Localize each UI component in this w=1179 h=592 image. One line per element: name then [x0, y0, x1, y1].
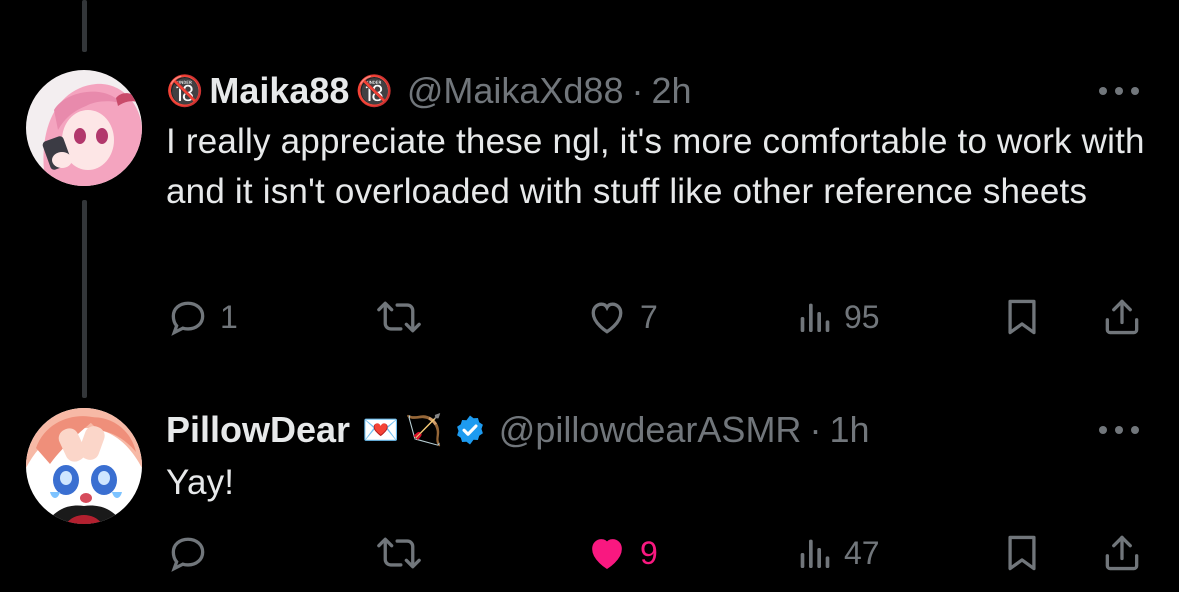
reply-post[interactable]: PillowDear 💌 🏹 @pillowdearASMR · 1h Yay!: [0, 400, 1179, 592]
avatar[interactable]: [26, 408, 142, 524]
like-button[interactable]: 9: [584, 528, 658, 578]
action-bar: 9 47: [0, 528, 1179, 578]
separator: ·: [631, 70, 644, 111]
share-icon: [1105, 299, 1139, 335]
repost-icon: [377, 301, 421, 333]
reply-count: 1: [220, 298, 238, 335]
views-button[interactable]: 47: [794, 528, 880, 578]
reply-icon: [171, 537, 205, 572]
share-button[interactable]: [1100, 528, 1144, 578]
separator: ·: [809, 409, 822, 450]
repost-icon: [377, 537, 421, 569]
view-count: 95: [844, 298, 880, 335]
like-icon: [591, 302, 623, 334]
reply-button[interactable]: [166, 528, 220, 578]
more-icon[interactable]: [1099, 424, 1139, 436]
post-time[interactable]: 2h: [651, 70, 691, 112]
display-name[interactable]: PillowDear: [166, 409, 350, 451]
views-icon: [800, 303, 830, 332]
post-time[interactable]: 1h: [829, 409, 869, 451]
reply-button[interactable]: 1: [166, 292, 238, 342]
action-bar: 1 7 95: [0, 292, 1179, 342]
views-button[interactable]: 95: [794, 292, 880, 342]
like-button[interactable]: 7: [584, 292, 658, 342]
reply-post[interactable]: 🔞 Maika88 🔞 @MaikaXd88 · 2h I really app…: [0, 0, 1179, 380]
bookmark-icon: [1008, 299, 1036, 335]
adult-badge-icon: 🔞: [166, 74, 204, 108]
love-letter-icon: 💌: [362, 413, 400, 447]
views-icon: [800, 539, 830, 568]
reply-icon: [171, 301, 205, 336]
user-handle[interactable]: @MaikaXd88: [407, 70, 624, 112]
display-name[interactable]: Maika88: [209, 70, 349, 112]
like-count: 9: [640, 534, 658, 571]
adult-badge-icon: 🔞: [355, 74, 393, 108]
repost-button[interactable]: [372, 292, 436, 342]
bookmark-button[interactable]: [1000, 292, 1044, 342]
post-header: PillowDear 💌 🏹 @pillowdearASMR · 1h: [166, 407, 869, 453]
like-icon: [592, 539, 622, 569]
user-handle[interactable]: @pillowdearASMR: [499, 409, 802, 451]
avatar[interactable]: [26, 70, 142, 186]
post-header: 🔞 Maika88 🔞 @MaikaXd88 · 2h: [166, 68, 692, 114]
avatar-image: [26, 408, 142, 524]
bow-and-arrow-icon: 🏹: [405, 413, 443, 447]
avatar-image: [26, 70, 142, 186]
share-button[interactable]: [1100, 292, 1144, 342]
verified-badge-icon: [453, 413, 487, 447]
repost-button[interactable]: [372, 528, 436, 578]
like-count: 7: [640, 298, 658, 335]
more-icon[interactable]: [1099, 85, 1139, 97]
view-count: 47: [844, 534, 880, 571]
bookmark-icon: [1008, 535, 1036, 571]
bookmark-button[interactable]: [1000, 528, 1044, 578]
post-text: Yay!: [166, 463, 235, 502]
share-icon: [1105, 535, 1139, 571]
post-text: I really appreciate these ngl, it's more…: [166, 122, 1145, 211]
